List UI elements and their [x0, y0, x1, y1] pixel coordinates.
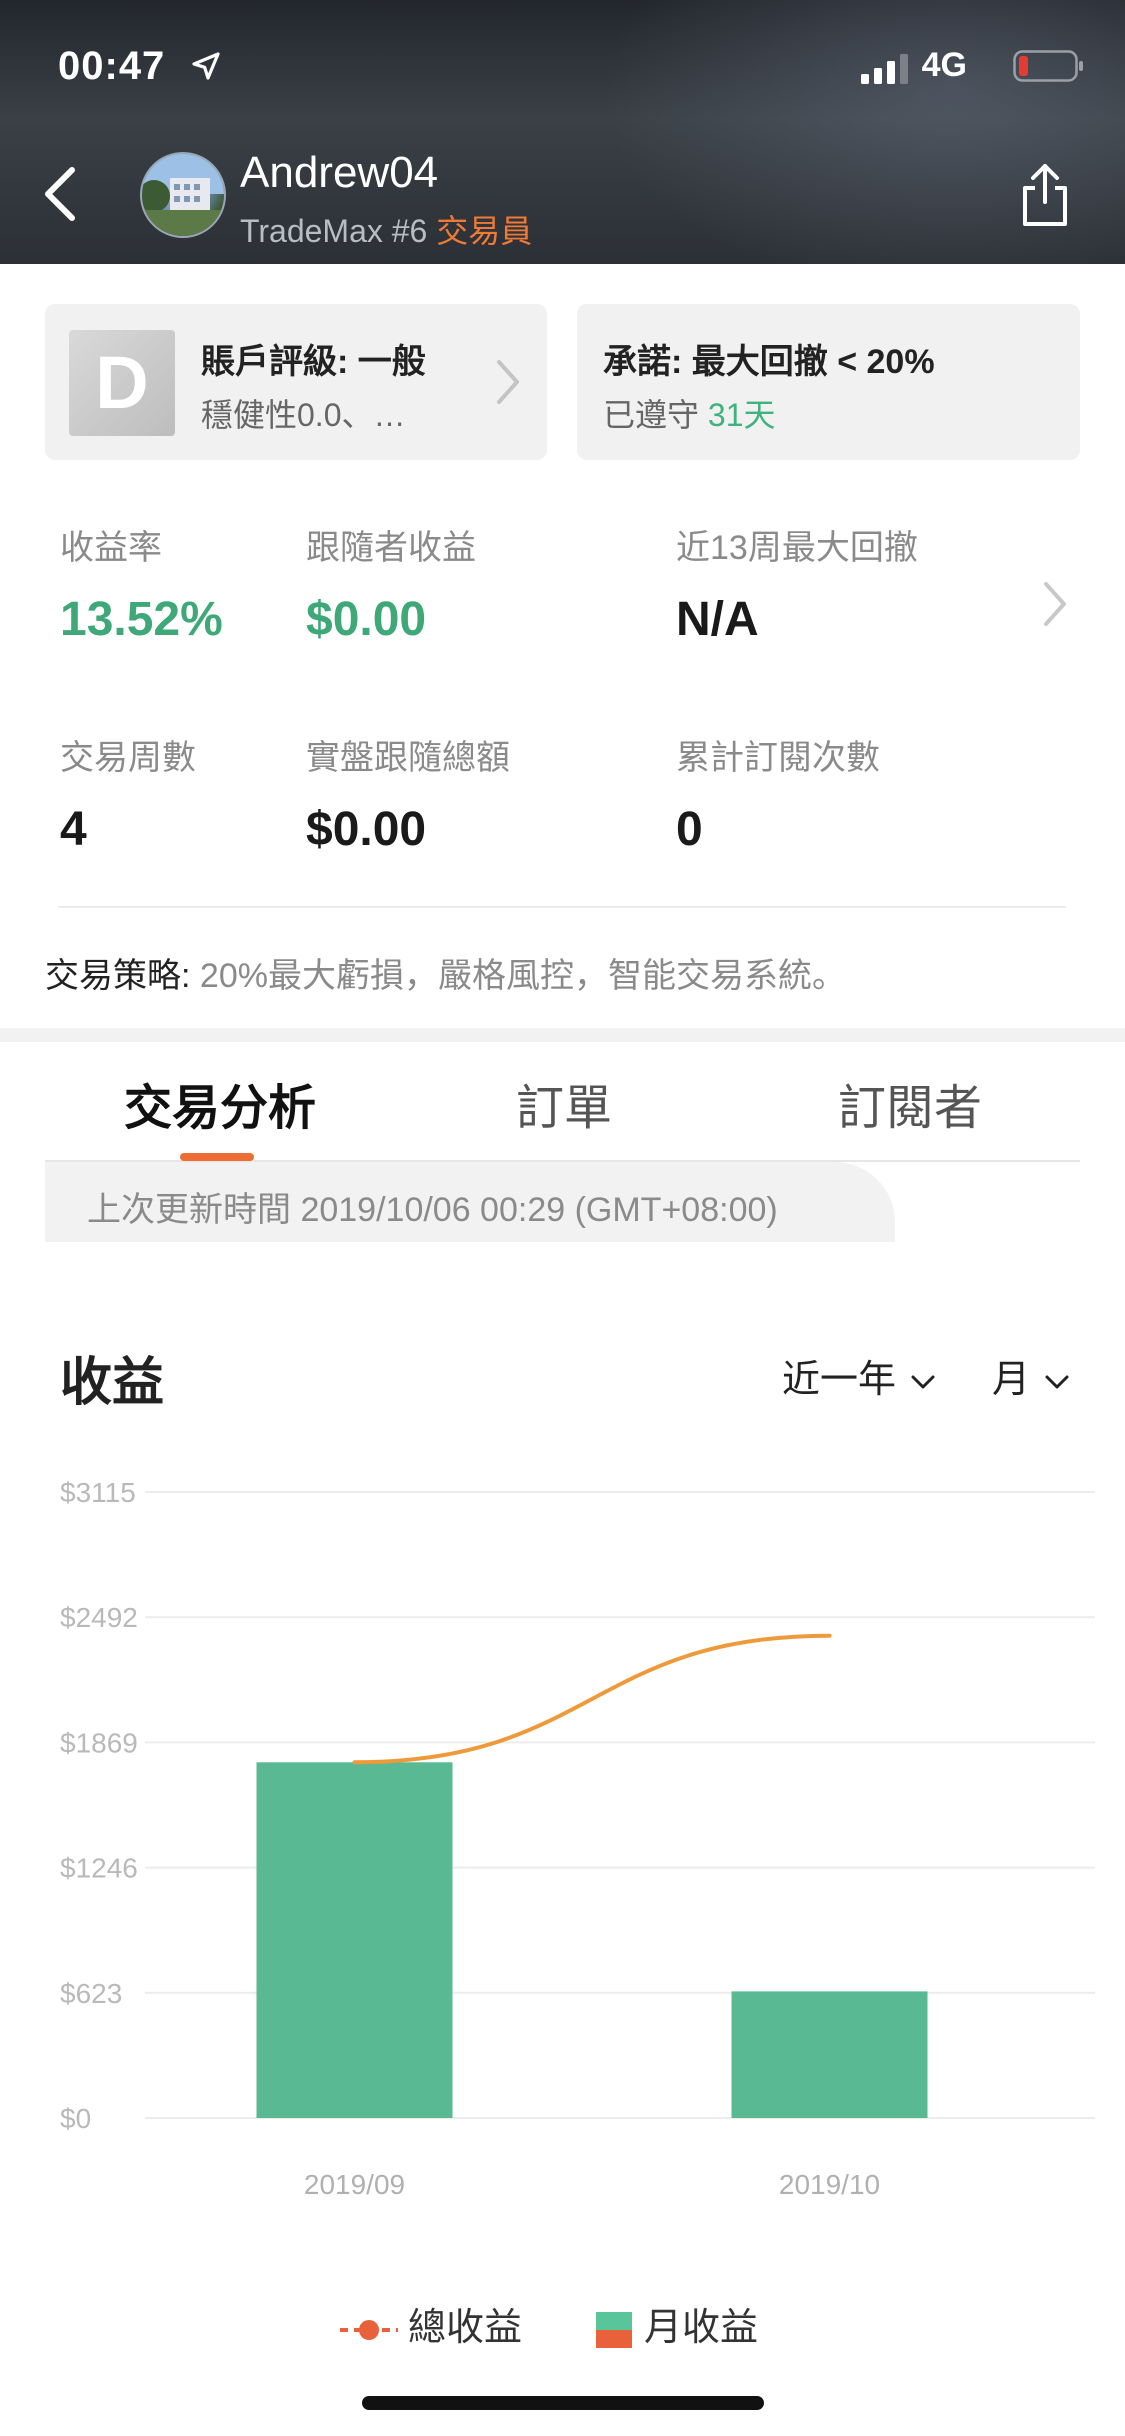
status-bar: 00:47 4G: [58, 44, 1085, 94]
line-legend-icon: [340, 2319, 398, 2340]
y-tick-label: $2492: [60, 1602, 138, 1633]
last-updated-banner: 上次更新時間 2019/10/06 00:29 (GMT+08:00): [45, 1162, 895, 1242]
location-arrow-icon: [192, 52, 220, 80]
follower-profit-value: $0.00: [306, 593, 427, 646]
commitment-title: 承諾: 最大回撤 < 20%: [603, 343, 935, 381]
profit-chart: $0 $623 $1246 $1869 $2492 $3115 2019/09 2019/10: [60, 1477, 1095, 2200]
tab-trade-analysis[interactable]: 交易分析: [124, 1068, 316, 1138]
back-arrow-icon[interactable]: [40, 164, 80, 224]
status-time: 00:47: [58, 44, 166, 88]
chevron-right-icon: [497, 360, 519, 404]
trader-name: Andrew04: [240, 148, 439, 197]
active-tab-indicator: [180, 1153, 254, 1161]
legend-monthly-label: 月收益: [644, 2307, 759, 2349]
commitment-card[interactable]: 承諾: 最大回撤 < 20% 已遵守 31天: [577, 304, 1080, 460]
return-value: 13.52%: [60, 593, 223, 646]
battery-icon: [1013, 50, 1083, 82]
last-updated-text: 上次更新時間 2019/10/06 00:29 (GMT+08:00): [87, 1191, 778, 1229]
section-gap: [0, 1028, 1125, 1042]
period-dropdown-label: 月: [992, 1359, 1031, 1401]
period-dropdown[interactable]: 月: [992, 1348, 1070, 1403]
network-type: 4G: [921, 46, 967, 84]
profit-section-title: 收益: [60, 1354, 165, 1412]
x-tick-label: 2019/10: [779, 2169, 880, 2200]
tab-orders[interactable]: 訂單: [516, 1068, 612, 1138]
range-dropdown[interactable]: 近一年: [782, 1348, 936, 1403]
live-total-value: $0.00: [306, 803, 427, 856]
chevron-right-icon[interactable]: [1040, 578, 1070, 630]
legend-total-label: 總收益: [408, 2307, 523, 2349]
y-tick-label: $3115: [60, 1477, 136, 1508]
weeks-value: 4: [60, 803, 87, 856]
weeks-label: 交易周數: [60, 739, 196, 777]
commitment-days: 31天: [707, 397, 776, 433]
subscriptions-label: 累計訂閱次數: [676, 739, 880, 777]
legend-monthly-profit[interactable]: 月收益: [596, 2296, 758, 2351]
avatar[interactable]: [140, 152, 226, 238]
strategy-value: 20%最大虧損，嚴格風控，智能交易系統。: [199, 957, 846, 995]
rating-badge: D: [69, 330, 175, 436]
subscriptions-value: 0: [676, 803, 703, 856]
signal-icon: [861, 54, 908, 84]
bar: [731, 1991, 928, 2118]
max-drawdown-value: N/A: [676, 593, 759, 646]
bar: [256, 1762, 453, 2118]
share-icon[interactable]: [1017, 160, 1073, 230]
chevron-down-icon: [1045, 1375, 1069, 1389]
avatar-image: [142, 154, 224, 236]
home-indicator: [362, 2396, 764, 2410]
follower-profit-label: 跟隨者收益: [306, 529, 476, 567]
platform-rank: TradeMax #6: [240, 213, 428, 249]
live-total-label: 實盤跟隨總額: [306, 739, 510, 777]
y-tick-label: $1246: [60, 1853, 138, 1884]
chevron-down-icon: [911, 1375, 935, 1389]
return-label: 收益率: [60, 529, 162, 567]
trader-subtitle: TradeMax #6 交易員: [240, 206, 532, 252]
x-tick-label: 2019/09: [304, 2169, 405, 2200]
profile-header: 00:47 4G Andrew04 TradeMax #6 交易員: [0, 0, 1125, 264]
y-tick-label: $0: [60, 2103, 91, 2134]
y-tick-label: $623: [60, 1978, 122, 2009]
y-tick-label: $1869: [60, 1727, 138, 1758]
rating-subtitle: 穩健性0.0、…: [201, 397, 406, 433]
divider: [58, 906, 1066, 908]
strategy-line: 交易策略: 20%最大虧損，嚴格風控，智能交易系統。: [45, 948, 846, 997]
commitment-subtitle: 已遵守 31天: [603, 390, 776, 436]
strategy-label: 交易策略:: [45, 957, 191, 995]
account-rating-card[interactable]: D 賬戶評級: 一般 穩健性0.0、…: [45, 304, 547, 460]
bar-legend-icon: [596, 2311, 632, 2348]
legend-total-profit[interactable]: 總收益: [340, 2296, 522, 2351]
tab-subscribers[interactable]: 訂閱者: [838, 1068, 982, 1138]
rating-title: 賬戶評級: 一般: [201, 343, 426, 381]
range-dropdown-label: 近一年: [782, 1359, 897, 1401]
commitment-prefix: 已遵守: [603, 397, 700, 433]
max-drawdown-label: 近13周最大回撤: [676, 529, 918, 567]
role-label: 交易員: [436, 213, 533, 249]
